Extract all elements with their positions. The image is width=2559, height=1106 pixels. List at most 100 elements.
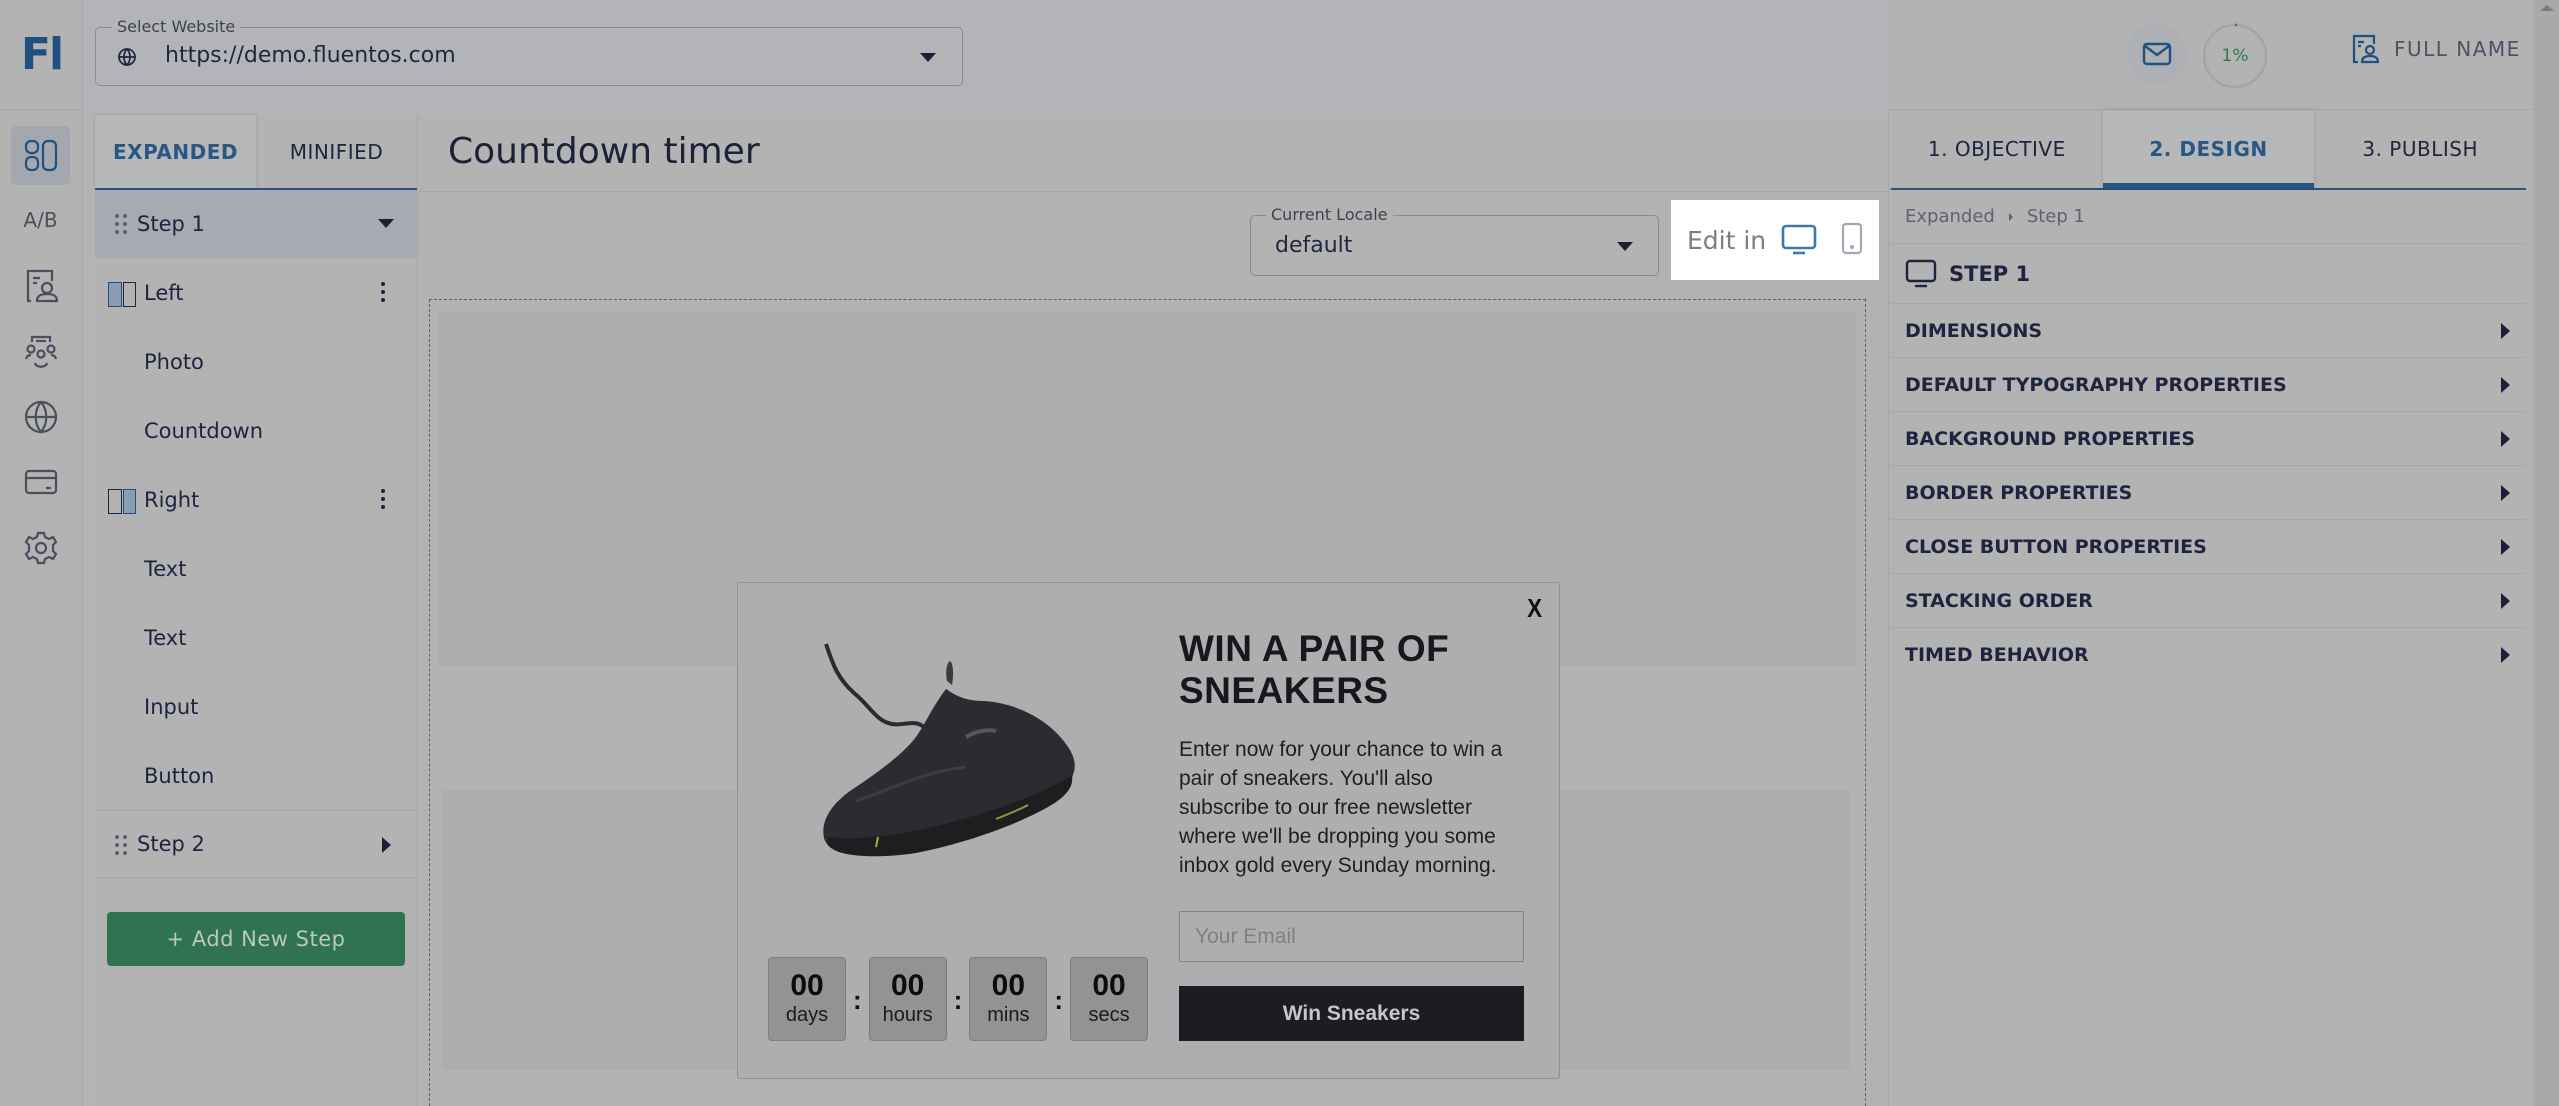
- email-field[interactable]: [1179, 911, 1524, 962]
- layer-item-text[interactable]: Text: [95, 603, 417, 672]
- step-row-step-2[interactable]: Step 2: [95, 810, 417, 878]
- step-row-step-1[interactable]: Step 1: [95, 190, 417, 258]
- drag-handle-icon[interactable]: [115, 835, 127, 855]
- layer-item-countdown[interactable]: Countdown: [95, 396, 417, 465]
- email-input[interactable]: [1180, 912, 1523, 961]
- layer-label: Countdown: [144, 418, 264, 443]
- tab-expanded[interactable]: EXPANDED: [95, 115, 256, 188]
- layers-panel: EXPANDED MINIFIED Step 1 Left Photo Coun…: [95, 115, 418, 1106]
- section-label: CLOSE BUTTON PROPERTIES: [1905, 535, 2207, 558]
- icon-rail: Fl A/B: [0, 0, 83, 1106]
- countdown-value: 00: [1092, 969, 1126, 1002]
- section-timed-behavior[interactable]: TIMED BEHAVIOR: [1891, 628, 2526, 682]
- section-dimensions[interactable]: DIMENSIONS: [1891, 304, 2526, 358]
- popup-body-text[interactable]: Enter now for your chance to win a pair …: [1179, 735, 1519, 880]
- user-name: FULL NAME: [2394, 37, 2521, 61]
- countdown-value: 00: [790, 969, 824, 1002]
- divider: [419, 191, 1888, 192]
- mail-icon: [2142, 42, 2172, 66]
- ab-testing-icon: A/B: [23, 207, 58, 232]
- chevron-right-icon[interactable]: [382, 837, 391, 853]
- section-default-typography[interactable]: DEFAULT TYPOGRAPHY PROPERTIES: [1891, 358, 2526, 412]
- chevron-right-icon: [2501, 593, 2510, 609]
- desktop-icon[interactable]: [1781, 224, 1817, 256]
- popup-headline[interactable]: WIN A PAIR OF SNEAKERS: [1179, 628, 1539, 712]
- rail-item-websites[interactable]: [11, 387, 70, 446]
- page-scrollbar[interactable]: [2534, 0, 2559, 1106]
- layer-label: Input: [144, 694, 199, 719]
- right-column-icon: [108, 489, 136, 514]
- popup-preview[interactable]: X WIN A PAIR OF SNEAKERS Enter now for y…: [737, 582, 1560, 1079]
- step-label: Step 1: [137, 212, 205, 236]
- section-close-button[interactable]: CLOSE BUTTON PROPERTIES: [1891, 520, 2526, 574]
- rail-item-audience[interactable]: [11, 321, 70, 380]
- countdown-unit: days: [785, 1004, 829, 1026]
- breadcrumb-separator-icon: [2008, 212, 2013, 221]
- add-new-step-button[interactable]: + Add New Step: [107, 912, 405, 966]
- countdown-hours: 00 hours: [868, 957, 947, 1041]
- app-logo[interactable]: Fl: [0, 0, 83, 110]
- layer-label: Button: [144, 763, 215, 788]
- chevron-right-icon: [2501, 647, 2510, 663]
- more-options-icon[interactable]: [380, 282, 386, 304]
- countdown-value: 00: [890, 969, 925, 1002]
- properties-panel: 1. OBJECTIVE 2. DESIGN 3. PUBLISH Expand…: [1888, 110, 2534, 1106]
- section-background[interactable]: BACKGROUND PROPERTIES: [1891, 412, 2526, 466]
- layer-item-input[interactable]: Input: [95, 672, 417, 741]
- contact-card-icon: [2352, 34, 2380, 64]
- layer-item-text[interactable]: Text: [95, 534, 417, 603]
- tab-minified[interactable]: MINIFIED: [256, 115, 417, 188]
- countdown-mins: 00 mins: [969, 957, 1048, 1041]
- rail-item-settings[interactable]: [11, 518, 70, 577]
- section-stacking-order[interactable]: STACKING ORDER: [1891, 574, 2526, 628]
- breadcrumb-item[interactable]: Expanded: [1905, 206, 1995, 227]
- rail-item-billing[interactable]: [11, 452, 70, 511]
- countdown-unit: mins: [987, 1004, 1030, 1026]
- layer-item-left-column[interactable]: Left: [95, 258, 417, 327]
- mobile-icon[interactable]: [1841, 222, 1863, 255]
- contact-card-icon: [26, 269, 58, 302]
- section-label: BACKGROUND PROPERTIES: [1905, 427, 2196, 450]
- locale-select[interactable]: Current Locale default: [1250, 205, 1659, 276]
- locale-select-value: default: [1275, 233, 1353, 258]
- chevron-right-icon: [2501, 377, 2510, 393]
- edit-in-label: Edit in: [1687, 226, 1767, 255]
- layer-item-right-column[interactable]: Right: [95, 465, 417, 534]
- layer-item-photo[interactable]: Photo: [95, 327, 417, 396]
- layer-label: Text: [144, 625, 187, 650]
- section-border[interactable]: BORDER PROPERTIES: [1891, 466, 2526, 520]
- chevron-right-icon: [2501, 323, 2510, 339]
- rail-item-ab-testing[interactable]: A/B: [11, 190, 70, 249]
- globe-icon: [118, 48, 136, 67]
- rail-item-layouts[interactable]: [11, 126, 70, 185]
- tab-publish[interactable]: 3. PUBLISH: [2314, 110, 2526, 188]
- progress-percent: 1%: [2221, 46, 2249, 66]
- audience-group-icon: [24, 335, 57, 368]
- section-label: DIMENSIONS: [1905, 319, 2043, 342]
- sneaker-image[interactable]: [816, 641, 1078, 861]
- countdown-value: 00: [991, 969, 1026, 1002]
- more-options-icon[interactable]: [380, 489, 386, 511]
- close-icon[interactable]: X: [1527, 593, 1542, 624]
- website-select[interactable]: Select Website https://demo.fluentos.com: [95, 17, 963, 86]
- gear-icon: [24, 531, 57, 564]
- rail-item-contacts[interactable]: [11, 256, 70, 315]
- chevron-down-icon[interactable]: [378, 219, 394, 228]
- countdown-timer[interactable]: 00 days : 00 hours : 00 mins : 00 secs: [768, 957, 1149, 1041]
- messages-button[interactable]: [2127, 24, 2187, 84]
- section-header: STEP 1: [1891, 244, 2526, 304]
- chevron-right-icon: [2501, 431, 2510, 447]
- scroll-up-icon[interactable]: [2540, 5, 2554, 11]
- countdown-days: 00 days: [768, 957, 846, 1041]
- section-label: BORDER PROPERTIES: [1905, 481, 2133, 504]
- drag-handle-icon[interactable]: [115, 214, 127, 234]
- layer-label: Photo: [144, 349, 204, 374]
- setup-progress[interactable]: 1%: [2202, 23, 2268, 89]
- layer-item-button[interactable]: Button: [95, 741, 417, 810]
- win-sneakers-button[interactable]: Win Sneakers: [1179, 986, 1524, 1041]
- tab-design[interactable]: 2. DESIGN: [2102, 110, 2315, 188]
- layer-label: Text: [144, 556, 187, 581]
- tab-objective[interactable]: 1. OBJECTIVE: [1891, 110, 2103, 188]
- layer-label: Right: [144, 487, 200, 512]
- user-menu-button[interactable]: FULL NAME: [2352, 34, 2521, 64]
